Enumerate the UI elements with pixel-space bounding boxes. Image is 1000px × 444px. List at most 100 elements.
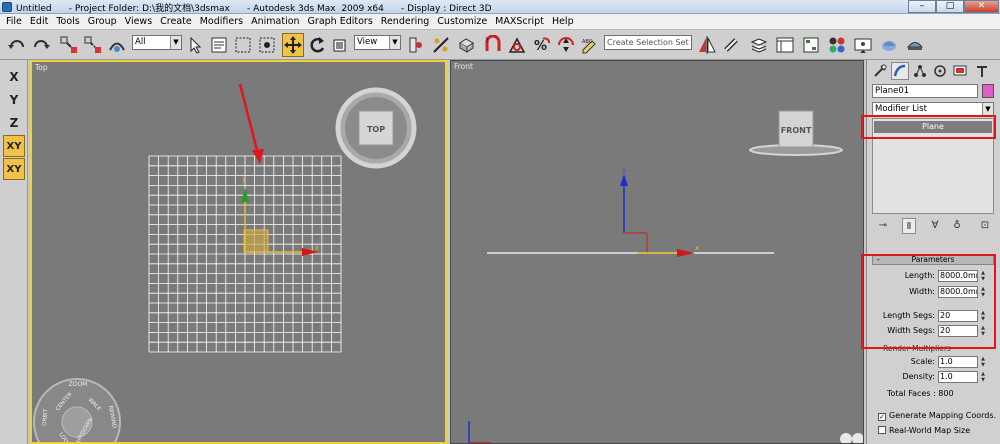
remove-modifier-icon[interactable]: ♁ bbox=[950, 218, 964, 234]
width-spinner-icon[interactable]: ▲ ▼ bbox=[979, 286, 987, 298]
menu-tools[interactable]: Tools bbox=[52, 14, 83, 30]
quick-render-icon[interactable] bbox=[904, 33, 926, 57]
stack-item-plane[interactable]: Plane bbox=[874, 121, 992, 133]
front-gizmo-x-arrow[interactable] bbox=[677, 249, 695, 257]
menu-animation[interactable]: Animation bbox=[247, 14, 303, 30]
configure-modifier-sets-icon[interactable]: ⊡ bbox=[978, 218, 992, 234]
steering-wheel[interactable]: ZOOM ORBIT CENTER WALK REWIND LOOK UP/DO… bbox=[33, 378, 121, 442]
display-tab-icon[interactable] bbox=[951, 62, 969, 80]
scale-spinner-icon[interactable]: ▲ ▼ bbox=[979, 356, 987, 368]
real-world-map-checkbox[interactable]: Real-World Map Size bbox=[878, 426, 970, 436]
utilities-tab-icon[interactable] bbox=[973, 62, 991, 80]
menu-create[interactable]: Create bbox=[156, 14, 196, 30]
show-end-result-icon[interactable]: Ⅱ bbox=[902, 218, 916, 234]
select-and-rotate-icon[interactable] bbox=[306, 33, 328, 57]
xy-plane-cycle-button[interactable]: XY bbox=[3, 158, 25, 180]
scale-input[interactable]: 1.0 bbox=[938, 356, 978, 368]
menu-views[interactable]: Views bbox=[121, 14, 157, 30]
hierarchy-tab-icon[interactable] bbox=[911, 62, 929, 80]
length-input[interactable]: 8000.0mm bbox=[938, 270, 978, 282]
length-spinner-icon[interactable]: ▲ ▼ bbox=[979, 270, 987, 282]
make-unique-icon[interactable]: ∀ bbox=[928, 218, 942, 234]
pin-stack-icon[interactable]: ⊸ bbox=[876, 218, 890, 234]
width-input[interactable]: 8000.0mm bbox=[938, 286, 978, 298]
render-setup-icon[interactable] bbox=[852, 33, 874, 57]
viewport-nav-icon[interactable] bbox=[852, 433, 863, 443]
modifier-stack[interactable]: Plane bbox=[872, 118, 994, 214]
close-button[interactable]: ✕ bbox=[964, 0, 999, 13]
snaps-toggle-icon[interactable]: 3 bbox=[482, 33, 504, 57]
percent-snap-toggle-icon[interactable]: % bbox=[530, 33, 552, 57]
menu-help[interactable]: Help bbox=[548, 14, 578, 30]
schematic-view-icon[interactable] bbox=[800, 33, 822, 57]
bind-space-warp-icon[interactable] bbox=[106, 33, 128, 57]
mirror-icon[interactable] bbox=[696, 33, 718, 57]
named-selection-set-input[interactable]: Create Selection Set bbox=[604, 35, 692, 50]
width-segs-spinner-icon[interactable]: ▲ ▼ bbox=[979, 325, 987, 337]
restrict-to-x-button[interactable]: X bbox=[3, 66, 25, 88]
angle-snap-toggle-icon[interactable] bbox=[506, 33, 528, 57]
checkbox-checked[interactable]: ✓ bbox=[878, 413, 886, 421]
modifier-list-dropdown[interactable]: Modifier List ▼ bbox=[872, 102, 994, 116]
wheel-zoom[interactable]: ZOOM bbox=[69, 381, 88, 388]
move-gizmo-plane[interactable] bbox=[243, 229, 269, 253]
menu-graph-editors[interactable]: Graph Editors bbox=[304, 14, 377, 30]
viewport-nav-icon[interactable] bbox=[840, 433, 852, 443]
material-editor-icon[interactable] bbox=[826, 33, 848, 57]
menu-edit[interactable]: Edit bbox=[26, 14, 52, 30]
undo-icon[interactable] bbox=[6, 33, 28, 57]
front-viewport-label[interactable]: Front bbox=[454, 62, 473, 71]
select-and-manipulate-icon[interactable] bbox=[430, 33, 452, 57]
maximize-button[interactable]: □ bbox=[936, 0, 964, 13]
use-pivot-center-icon[interactable] bbox=[404, 33, 426, 57]
spinner-snap-toggle-icon[interactable] bbox=[555, 33, 577, 57]
select-object-icon[interactable] bbox=[184, 33, 206, 57]
restrict-to-z-button[interactable]: Z bbox=[3, 112, 25, 134]
selection-filter-dropdown[interactable]: All ▼ bbox=[132, 35, 182, 50]
window-crossing-icon[interactable] bbox=[256, 33, 278, 57]
menu-customize[interactable]: Customize bbox=[433, 14, 491, 30]
object-name-field[interactable]: Plane01 bbox=[872, 84, 978, 98]
modify-tab-icon[interactable] bbox=[891, 62, 909, 80]
create-tab-icon[interactable] bbox=[871, 62, 889, 80]
unlink-selection-icon[interactable] bbox=[82, 33, 104, 57]
curve-editor-icon[interactable] bbox=[774, 33, 796, 57]
keyboard-shortcut-toggle-icon[interactable] bbox=[455, 33, 477, 57]
align-icon[interactable] bbox=[720, 33, 742, 57]
minimize-button[interactable]: – bbox=[908, 0, 936, 13]
top-viewport-canvas[interactable]: y x TOP ZOOM ORBIT CENTER WALK REWIND LO… bbox=[32, 62, 445, 442]
top-viewport[interactable]: y x TOP ZOOM ORBIT CENTER WALK REWIND LO… bbox=[30, 60, 447, 444]
select-and-move-icon[interactable] bbox=[282, 33, 304, 57]
parameters-rollout-header[interactable]: - Parameters bbox=[872, 255, 994, 265]
restrict-to-y-button[interactable]: Y bbox=[3, 89, 25, 111]
menu-maxscript[interactable]: MAXScript bbox=[491, 14, 548, 30]
select-and-link-icon[interactable] bbox=[58, 33, 80, 57]
density-spinner-icon[interactable]: ▲ ▼ bbox=[979, 371, 987, 383]
menu-file[interactable]: File bbox=[2, 14, 26, 30]
generate-mapping-checkbox[interactable]: ✓ Generate Mapping Coords. bbox=[878, 411, 996, 421]
redo-icon[interactable] bbox=[30, 33, 52, 57]
length-segs-spinner-icon[interactable]: ▲ ▼ bbox=[979, 310, 987, 322]
rectangular-selection-icon[interactable] bbox=[232, 33, 254, 57]
checkbox-unchecked[interactable] bbox=[878, 426, 886, 434]
menu-modifiers[interactable]: Modifiers bbox=[196, 14, 247, 30]
restrict-to-xy-button[interactable]: XY bbox=[3, 135, 25, 157]
front-viewport-canvas[interactable]: z x FRONT bbox=[451, 61, 863, 443]
top-viewport-label[interactable]: Top bbox=[35, 63, 48, 72]
motion-tab-icon[interactable] bbox=[931, 62, 949, 80]
object-color-swatch[interactable] bbox=[982, 84, 994, 98]
menu-rendering[interactable]: Rendering bbox=[377, 14, 434, 30]
select-and-scale-icon[interactable] bbox=[330, 33, 352, 57]
app-icon[interactable] bbox=[2, 2, 12, 12]
rendered-frame-window-icon[interactable] bbox=[878, 33, 900, 57]
width-segs-input[interactable]: 20 bbox=[938, 325, 978, 337]
select-by-name-icon[interactable] bbox=[208, 33, 230, 57]
reference-coordinate-dropdown[interactable]: View ▼ bbox=[354, 35, 401, 50]
front-gizmo-z-arrow[interactable] bbox=[620, 174, 628, 186]
layer-manager-icon[interactable] bbox=[748, 33, 770, 57]
length-segs-input[interactable]: 20 bbox=[938, 310, 978, 322]
front-viewport[interactable]: z x FRONT Front bbox=[450, 60, 864, 444]
edit-named-selection-icon[interactable]: ABC bbox=[579, 33, 601, 57]
density-input[interactable]: 1.0 bbox=[938, 371, 978, 383]
menu-group[interactable]: Group bbox=[84, 14, 121, 30]
